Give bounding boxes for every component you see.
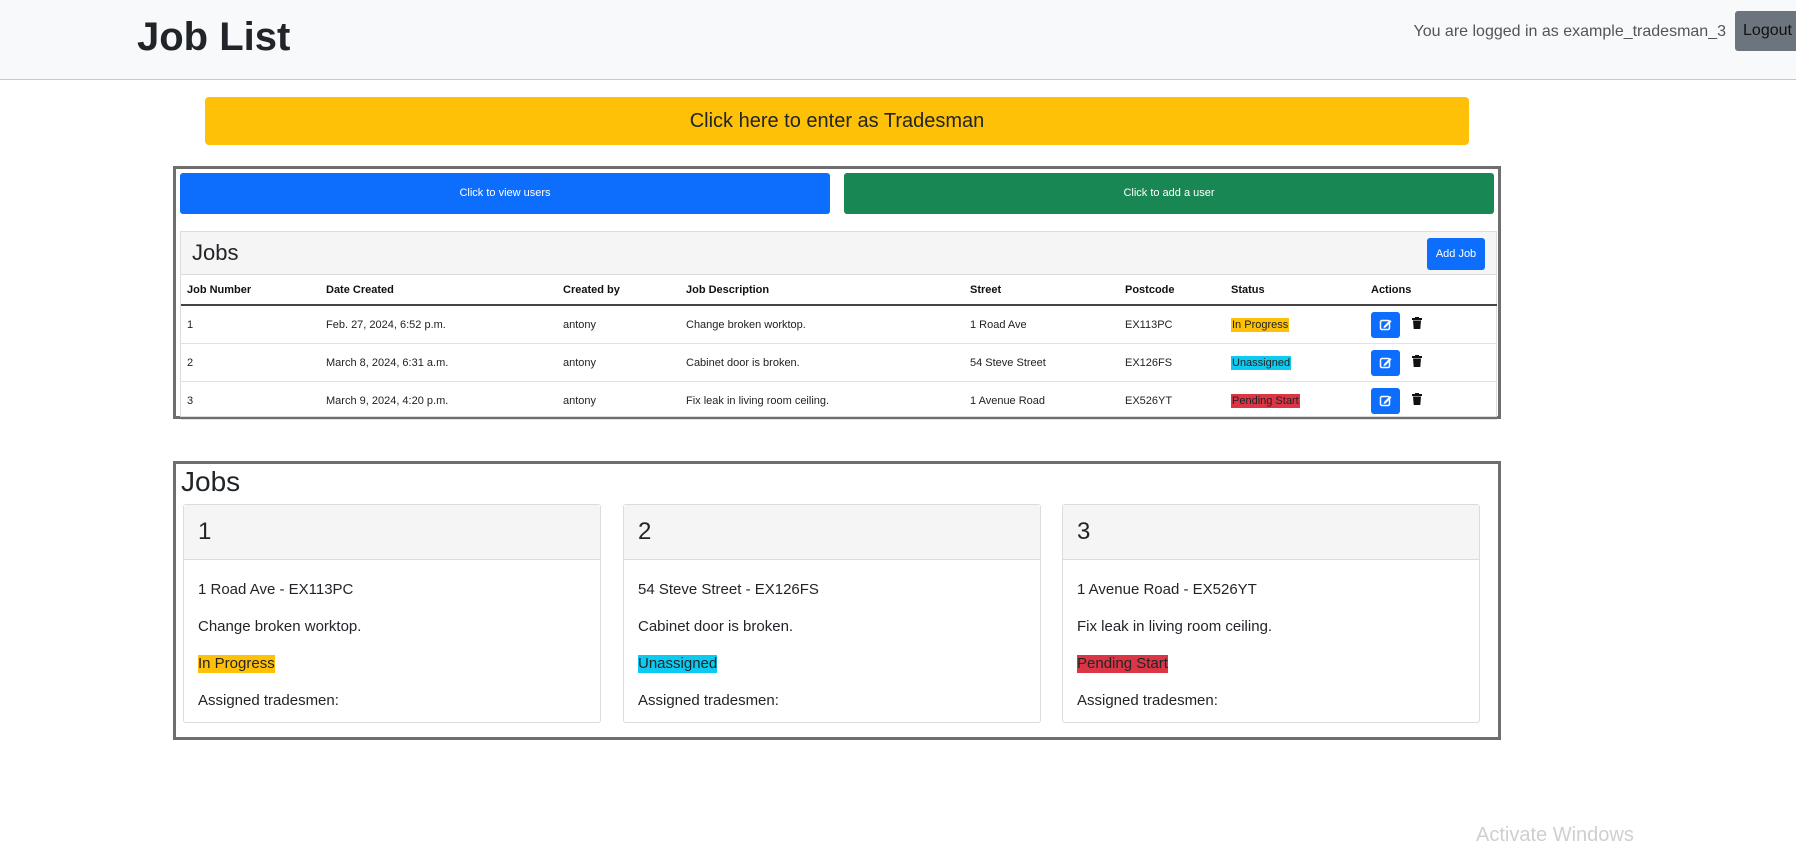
job-card-assigned-label: Assigned tradesmen: bbox=[638, 692, 779, 709]
jobs-cards-section: Jobs 1 1 Road Ave - EX113PC Change broke… bbox=[173, 461, 1501, 740]
trash-icon[interactable] bbox=[1412, 393, 1423, 408]
cell-actions bbox=[1365, 343, 1497, 382]
edit-icon bbox=[1379, 319, 1392, 330]
job-card-status: Unassigned bbox=[638, 655, 718, 673]
jobs-table-card-header: Jobs Add Job bbox=[181, 232, 1496, 275]
job-card-assigned-label: Assigned tradesmen: bbox=[198, 692, 339, 709]
jobs-table: Job Number Date Created Created by Job D… bbox=[181, 276, 1497, 420]
cell-postcode: EX113PC bbox=[1119, 305, 1225, 344]
column-header-actions: Actions bbox=[1365, 276, 1497, 306]
enter-as-tradesman-button[interactable]: Click here to enter as Tradesman bbox=[205, 97, 1469, 145]
cell-actions bbox=[1365, 381, 1497, 420]
activate-windows-watermark: Activate Windows bbox=[1476, 824, 1634, 846]
job-card-address: 1 Avenue Road - EX526YT bbox=[1077, 581, 1257, 598]
trash-icon[interactable] bbox=[1412, 355, 1423, 370]
cell-street: 1 Avenue Road bbox=[964, 381, 1119, 420]
cell-created-by: antony bbox=[557, 381, 680, 420]
job-card-address: 1 Road Ave - EX113PC bbox=[198, 581, 354, 598]
status-badge: Unassigned bbox=[1231, 355, 1292, 370]
logout-button[interactable]: Logout bbox=[1735, 11, 1796, 51]
job-card: 2 54 Steve Street - EX126FS Cabinet door… bbox=[623, 504, 1041, 723]
jobs-table-card: Jobs Add Job Job Number Date Created Cre… bbox=[180, 231, 1497, 420]
job-card-description: Cabinet door is broken. bbox=[638, 618, 794, 635]
cell-status: In Progress bbox=[1225, 305, 1365, 344]
status-badge: Pending Start bbox=[1231, 393, 1300, 408]
job-card: 1 1 Road Ave - EX113PC Change broken wor… bbox=[183, 504, 601, 723]
job-card-number: 2 bbox=[638, 518, 652, 545]
cell-created-by: antony bbox=[557, 305, 680, 344]
cell-status: Unassigned bbox=[1225, 343, 1365, 382]
edit-job-button[interactable] bbox=[1371, 349, 1400, 376]
job-card-status: In Progress bbox=[198, 655, 275, 673]
table-row: 3 March 9, 2024, 4:20 p.m. antony Fix le… bbox=[181, 381, 1497, 420]
cell-status: Pending Start bbox=[1225, 381, 1365, 420]
trash-icon[interactable] bbox=[1412, 317, 1423, 332]
jobs-table-title: Jobs bbox=[192, 240, 239, 265]
status-badge: In Progress bbox=[1231, 317, 1290, 332]
job-card: 3 1 Avenue Road - EX526YT Fix leak in li… bbox=[1062, 504, 1480, 723]
cell-street: 54 Steve Street bbox=[964, 343, 1119, 382]
job-card-header: 2 bbox=[624, 505, 1040, 560]
navbar: Job List You are logged in as example_tr… bbox=[0, 0, 1796, 80]
cell-created-by: antony bbox=[557, 343, 680, 382]
column-header-date-created: Date Created bbox=[320, 276, 557, 306]
job-card-status: Pending Start bbox=[1077, 655, 1168, 673]
cell-date-created: March 8, 2024, 6:31 a.m. bbox=[320, 343, 557, 382]
job-card-header: 3 bbox=[1063, 505, 1479, 560]
cell-job-number: 1 bbox=[181, 305, 320, 344]
cell-postcode: EX126FS bbox=[1119, 343, 1225, 382]
column-header-status: Status bbox=[1225, 276, 1365, 306]
column-header-job-description: Job Description bbox=[680, 276, 964, 306]
cell-description: Fix leak in living room ceiling. bbox=[680, 381, 964, 420]
cell-job-number: 2 bbox=[181, 343, 320, 382]
cell-date-created: Feb. 27, 2024, 6:52 p.m. bbox=[320, 305, 557, 344]
cell-description: Change broken worktop. bbox=[680, 305, 964, 344]
cell-description: Cabinet door is broken. bbox=[680, 343, 964, 382]
column-header-created-by: Created by bbox=[557, 276, 680, 306]
edit-icon bbox=[1379, 395, 1392, 406]
login-status-text: You are logged in as example_tradesman_3 bbox=[1413, 23, 1726, 40]
view-users-button[interactable]: Click to view users bbox=[180, 173, 830, 214]
edit-job-button[interactable] bbox=[1371, 311, 1400, 338]
job-card-address: 54 Steve Street - EX126FS bbox=[638, 581, 819, 598]
admin-panel: Click to view users Click to add a user … bbox=[173, 166, 1501, 420]
table-row: 2 March 8, 2024, 6:31 a.m. antony Cabine… bbox=[181, 343, 1497, 382]
cell-street: 1 Road Ave bbox=[964, 305, 1119, 344]
cell-actions bbox=[1365, 305, 1497, 344]
job-card-description: Fix leak in living room ceiling. bbox=[1077, 618, 1273, 635]
add-user-button[interactable]: Click to add a user bbox=[844, 173, 1494, 214]
column-header-job-number: Job Number bbox=[181, 276, 320, 306]
edit-job-button[interactable] bbox=[1371, 387, 1400, 414]
table-header-row: Job Number Date Created Created by Job D… bbox=[181, 276, 1497, 306]
edit-icon bbox=[1379, 357, 1392, 368]
job-card-header: 1 bbox=[184, 505, 600, 560]
jobs-cards-title: Jobs bbox=[181, 466, 241, 497]
add-job-button[interactable]: Add Job bbox=[1427, 238, 1485, 270]
job-card-number: 3 bbox=[1077, 518, 1091, 545]
page-title: Job List bbox=[137, 15, 291, 59]
column-header-postcode: Postcode bbox=[1119, 276, 1225, 306]
cell-postcode: EX526YT bbox=[1119, 381, 1225, 420]
job-card-description: Change broken worktop. bbox=[198, 618, 362, 635]
cell-date-created: March 9, 2024, 4:20 p.m. bbox=[320, 381, 557, 420]
table-row: 1 Feb. 27, 2024, 6:52 p.m. antony Change… bbox=[181, 305, 1497, 344]
cell-job-number: 3 bbox=[181, 381, 320, 420]
job-card-number: 1 bbox=[198, 518, 212, 545]
column-header-street: Street bbox=[964, 276, 1119, 306]
job-card-assigned-label: Assigned tradesmen: bbox=[1077, 692, 1218, 709]
